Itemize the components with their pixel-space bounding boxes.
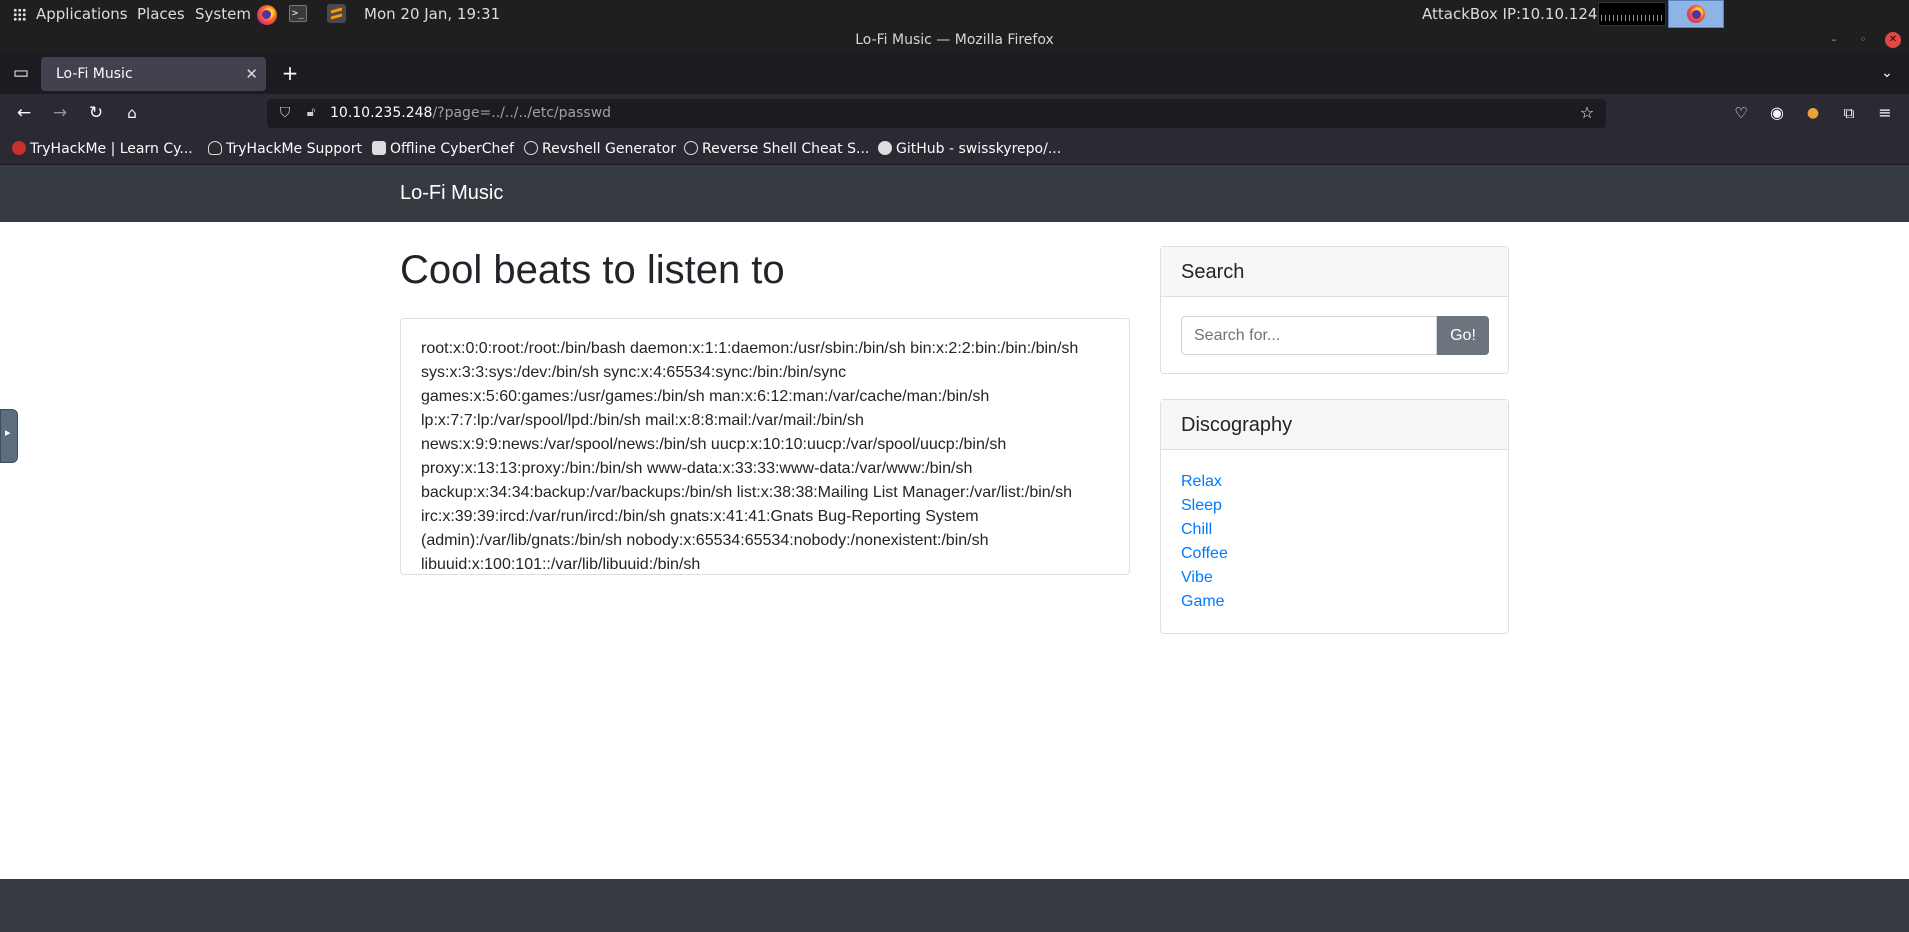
page-title: Cool beats to listen to — [400, 248, 785, 292]
discography-list: Relax Sleep Chill Coffee Vibe Game — [1161, 450, 1508, 614]
bookmark-label: GitHub - swisskyrepo/... — [896, 141, 1062, 157]
bookmark-tryhackme-support[interactable]: TryHackMe Support — [208, 133, 362, 165]
pocket-icon[interactable]: ♡ — [1731, 103, 1751, 123]
discography-link-chill[interactable]: Chill — [1181, 518, 1508, 542]
places-menu[interactable]: Places — [137, 0, 185, 28]
terminal-icon[interactable]: >_ — [289, 5, 307, 22]
firefox-icon — [1687, 5, 1705, 23]
home-icon[interactable]: ⌂ — [122, 103, 142, 123]
web-page: Lo-Fi Music Cool beats to listen to root… — [0, 165, 1909, 932]
site-footer — [0, 879, 1909, 932]
window-title: Lo-Fi Music — Mozilla Firefox — [855, 32, 1054, 48]
apps-grid-icon[interactable] — [13, 8, 26, 21]
url-text[interactable]: 10.10.235.248/?page=../../../etc/passwd — [330, 99, 611, 128]
applications-menu[interactable]: Applications — [36, 0, 128, 28]
menu-icon[interactable]: ≡ — [1875, 103, 1895, 123]
minimize-icon[interactable]: – — [1826, 32, 1842, 48]
site-brand[interactable]: Lo-Fi Music — [400, 165, 503, 222]
close-window-icon[interactable]: ✕ — [1885, 32, 1901, 48]
discography-link-sleep[interactable]: Sleep — [1181, 494, 1508, 518]
navigation-toolbar: ← → ↻ ⌂ ⛉ 🔓︎ 10.10.235.248/?page=../../.… — [0, 94, 1909, 133]
extensions-icon[interactable]: ⧉ — [1839, 103, 1859, 123]
forward-icon[interactable]: → — [50, 103, 70, 123]
discography-link-vibe[interactable]: Vibe — [1181, 566, 1508, 590]
tab-strip: ▭ Lo-Fi Music ✕ + ⌄ — [0, 52, 1909, 94]
account-icon[interactable]: ◉ — [1767, 103, 1787, 123]
system-menu[interactable]: System — [195, 0, 251, 28]
url-bar[interactable]: ⛉ 🔓︎ 10.10.235.248/?page=../../../etc/pa… — [267, 99, 1606, 128]
chef-icon — [372, 141, 386, 155]
firefox-taskbar-button[interactable] — [1668, 0, 1724, 28]
tab-close-icon[interactable]: ✕ — [245, 57, 258, 91]
os-top-panel: Applications Places System >_ Mon 20 Jan… — [0, 0, 1909, 28]
attackbox-ip: AttackBox IP:10.10.124.67 — [1422, 5, 1622, 23]
side-panel-handle[interactable] — [0, 409, 18, 463]
cloud-icon — [208, 141, 222, 155]
window-titlebar: Lo-Fi Music — Mozilla Firefox – ◦ ✕ — [0, 28, 1909, 52]
discography-link-relax[interactable]: Relax — [1181, 470, 1508, 494]
discography-widget: Discography Relax Sleep Chill Coffee Vib… — [1160, 399, 1509, 634]
bookmark-label: Revshell Generator — [542, 141, 677, 157]
back-icon[interactable]: ← — [14, 103, 34, 123]
included-file-contents: root:x:0:0:root:/root:/bin/bash daemon:x… — [400, 318, 1130, 575]
shield-icon[interactable]: ⛉ — [275, 103, 295, 123]
globe-icon — [524, 141, 538, 155]
discography-title: Discography — [1161, 400, 1508, 450]
lock-icon[interactable]: 🔓︎ — [301, 103, 321, 123]
search-go-button[interactable]: Go! — [1437, 316, 1489, 355]
bookmark-revshell-generator[interactable]: Revshell Generator — [524, 133, 676, 165]
reload-icon[interactable]: ↻ — [86, 103, 106, 123]
system-monitor-graph — [1598, 2, 1666, 26]
github-icon — [878, 141, 892, 155]
url-host: 10.10.235.248 — [330, 105, 433, 121]
search-widget: Search Go! — [1160, 246, 1509, 374]
bookmark-label: Reverse Shell Cheat S... — [702, 141, 870, 157]
maximize-icon[interactable]: ◦ — [1855, 32, 1871, 48]
discography-link-game[interactable]: Game — [1181, 590, 1508, 614]
new-tab-icon[interactable]: + — [280, 63, 300, 83]
firefox-launcher-icon[interactable] — [257, 5, 277, 25]
tryhackme-icon — [12, 141, 26, 155]
bookmark-label: Offline CyberChef — [390, 141, 514, 157]
search-title: Search — [1161, 247, 1508, 297]
bookmark-reverse-shell-cheatsheet[interactable]: Reverse Shell Cheat S... — [684, 133, 869, 165]
bookmark-star-icon[interactable]: ☆ — [1577, 103, 1597, 123]
extension-badge-icon[interactable]: ● — [1803, 103, 1823, 123]
bookmark-tryhackme[interactable]: TryHackMe | Learn Cy... — [12, 133, 193, 165]
tab-lofi-music[interactable]: Lo-Fi Music ✕ — [41, 57, 266, 91]
site-navbar: Lo-Fi Music — [0, 165, 1909, 222]
sublime-text-icon[interactable] — [327, 4, 346, 23]
tab-title: Lo-Fi Music — [56, 66, 133, 82]
globe-icon — [684, 141, 698, 155]
list-all-tabs-icon[interactable]: ⌄ — [1877, 63, 1897, 83]
search-input[interactable] — [1181, 316, 1437, 355]
url-path: /?page=../../../etc/passwd — [432, 105, 612, 121]
tab-overview-icon[interactable]: ▭ — [11, 63, 31, 83]
bookmark-label: TryHackMe | Learn Cy... — [30, 141, 193, 157]
bookmark-github[interactable]: GitHub - swisskyrepo/... — [878, 133, 1061, 165]
bookmarks-toolbar: TryHackMe | Learn Cy... TryHackMe Suppor… — [0, 133, 1909, 165]
discography-link-coffee[interactable]: Coffee — [1181, 542, 1508, 566]
clock: Mon 20 Jan, 19:31 — [364, 5, 501, 23]
bookmark-label: TryHackMe Support — [226, 141, 362, 157]
bookmark-cyberchef[interactable]: Offline CyberChef — [372, 133, 514, 165]
